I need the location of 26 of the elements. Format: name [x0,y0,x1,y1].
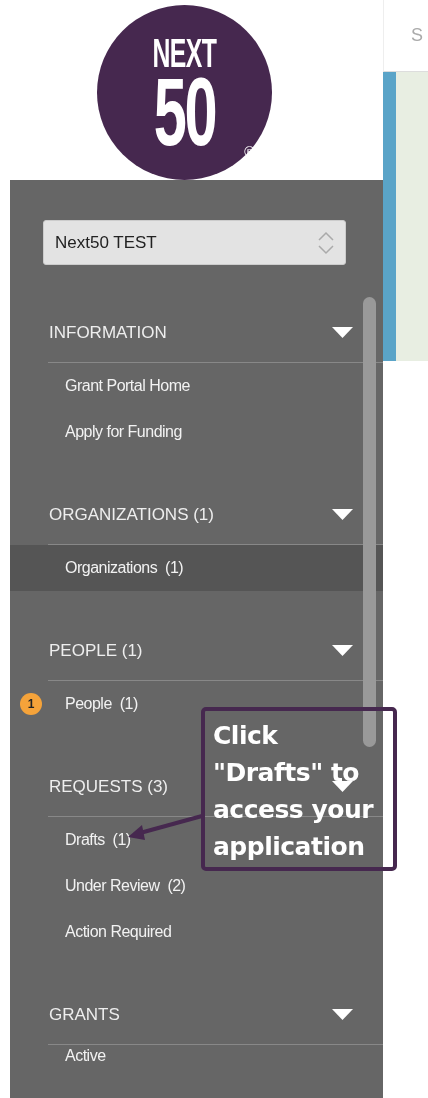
caret-icon[interactable] [332,509,353,520]
caret-icon[interactable] [332,1009,353,1020]
section-title[interactable]: PEOPLE (1) [49,640,143,661]
caret-icon[interactable] [332,327,353,338]
nav-item[interactable]: Under Review (2) [65,877,186,895]
logo-text: NEXT [152,33,216,72]
nav-item[interactable]: Organizations (1) [65,559,184,577]
nav-item[interactable]: Drafts (1) [65,831,131,849]
nav-item[interactable]: Grant Portal Home [65,377,190,395]
scrollbar-thumb[interactable] [363,297,376,747]
up-down-icon [317,229,335,256]
count-badge: 1 [20,693,42,715]
nav-item[interactable]: Action Required [65,923,172,941]
nav-item[interactable]: Apply for Funding [65,423,182,441]
nav-item[interactable]: Active [65,1047,106,1065]
callout-text: Click "Drafts" to access your application [201,707,397,871]
section-title[interactable]: REQUESTS (3) [49,776,169,797]
caret-icon[interactable] [332,781,353,792]
header-text: S [411,25,423,46]
logo-number: 50 [153,71,215,152]
caret-icon[interactable] [332,645,353,656]
organization-select[interactable]: Next50 TEST [43,220,346,265]
section-title[interactable]: GRANTS [49,1004,120,1025]
nav-item[interactable]: People (1) [65,695,138,713]
section-title[interactable]: INFORMATION [49,322,167,343]
section-title[interactable]: ORGANIZATIONS (1) [49,504,214,525]
